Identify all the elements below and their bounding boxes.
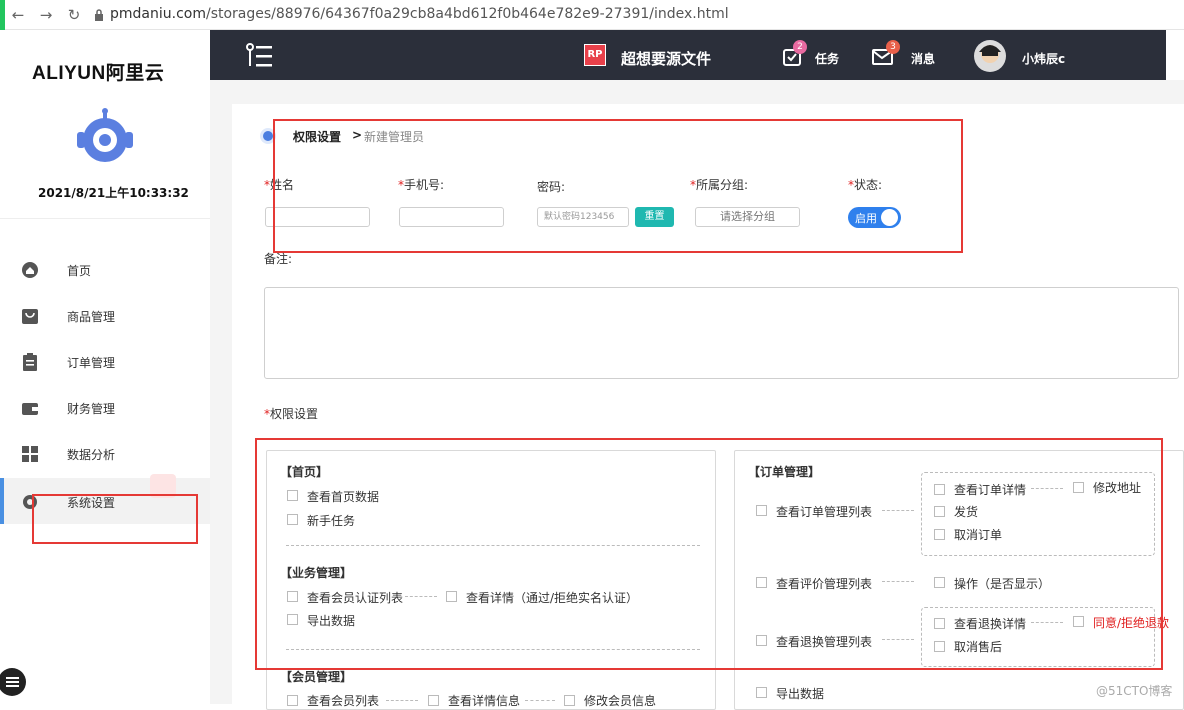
bag-icon xyxy=(22,309,38,324)
sidebar-item-label: 数据分析 xyxy=(67,448,116,462)
project-title: 超想要源文件 xyxy=(621,50,712,68)
annotation-box xyxy=(255,438,1163,670)
sidebar-divider xyxy=(0,218,210,219)
user-name[interactable]: 小炜辰c xyxy=(1022,50,1065,67)
sidebar-item-label: 商品管理 xyxy=(67,310,116,324)
connector xyxy=(525,700,555,701)
watermark: @51CTO博客 xyxy=(1096,684,1173,698)
browser-bar: ← → ↻ pmdaniu.com/storages/88976/64367f0… xyxy=(0,0,1184,30)
perm-checkbox[interactable] xyxy=(564,695,575,706)
perm-checkbox[interactable] xyxy=(287,695,298,706)
annotation-box xyxy=(32,494,198,544)
perm-item-label: 查看会员列表 xyxy=(307,694,380,708)
user-avatar[interactable] xyxy=(974,40,1006,72)
forward-icon[interactable]: → xyxy=(36,5,56,25)
sidebar-item-home[interactable]: 首页 xyxy=(0,248,210,292)
message-badge: 3 xyxy=(886,40,900,54)
sidebar-item-orders[interactable]: 订单管理 xyxy=(0,340,210,384)
current-datetime: 2021/8/21上午10:33:32 xyxy=(38,186,189,200)
menu-list-icon[interactable] xyxy=(244,42,274,70)
sidebar-item-analytics[interactable]: 数据分析 xyxy=(0,432,210,476)
sidebar-item-finance[interactable]: 财务管理 xyxy=(0,386,210,430)
connector xyxy=(386,700,418,701)
perm-checkbox[interactable] xyxy=(756,687,767,698)
sidebar-item-label: 首页 xyxy=(67,264,92,278)
rp-logo: RP xyxy=(584,44,606,66)
task-label[interactable]: 任务 xyxy=(815,50,839,67)
task-badge: 2 xyxy=(793,40,807,54)
perm-checkbox[interactable] xyxy=(428,695,439,706)
reload-icon[interactable]: ↻ xyxy=(64,5,84,25)
brand-logo: ALIYUN阿里云 xyxy=(32,63,165,84)
perm-item-label: 修改会员信息 xyxy=(584,694,657,708)
sidebar-item-products[interactable]: 商品管理 xyxy=(0,294,210,338)
clipboard-icon xyxy=(23,353,37,371)
remark-label: 备注: xyxy=(264,252,293,266)
perm-item-label: 导出数据 xyxy=(776,687,825,701)
perm-item-label: 查看详情信息 xyxy=(448,694,521,708)
menu-toggle-icon[interactable] xyxy=(0,668,28,696)
permission-label: *权限设置 xyxy=(264,407,319,421)
perm-section-title: 【会员管理】 xyxy=(280,670,353,684)
sidebar-item-label: 订单管理 xyxy=(67,356,116,370)
remark-textarea[interactable] xyxy=(264,287,1179,379)
wallet-icon xyxy=(22,403,38,415)
annotation-box xyxy=(273,119,963,253)
address-bar[interactable]: pmdaniu.com/storages/88976/64367f0a29cb8… xyxy=(110,4,729,24)
lock-icon xyxy=(95,9,103,21)
message-label[interactable]: 消息 xyxy=(911,50,935,67)
grid-icon xyxy=(22,446,38,462)
avatar-robot-icon xyxy=(77,108,133,162)
sidebar-item-label: 财务管理 xyxy=(67,402,116,416)
home-icon xyxy=(22,262,38,278)
back-icon[interactable]: ← xyxy=(8,5,28,25)
